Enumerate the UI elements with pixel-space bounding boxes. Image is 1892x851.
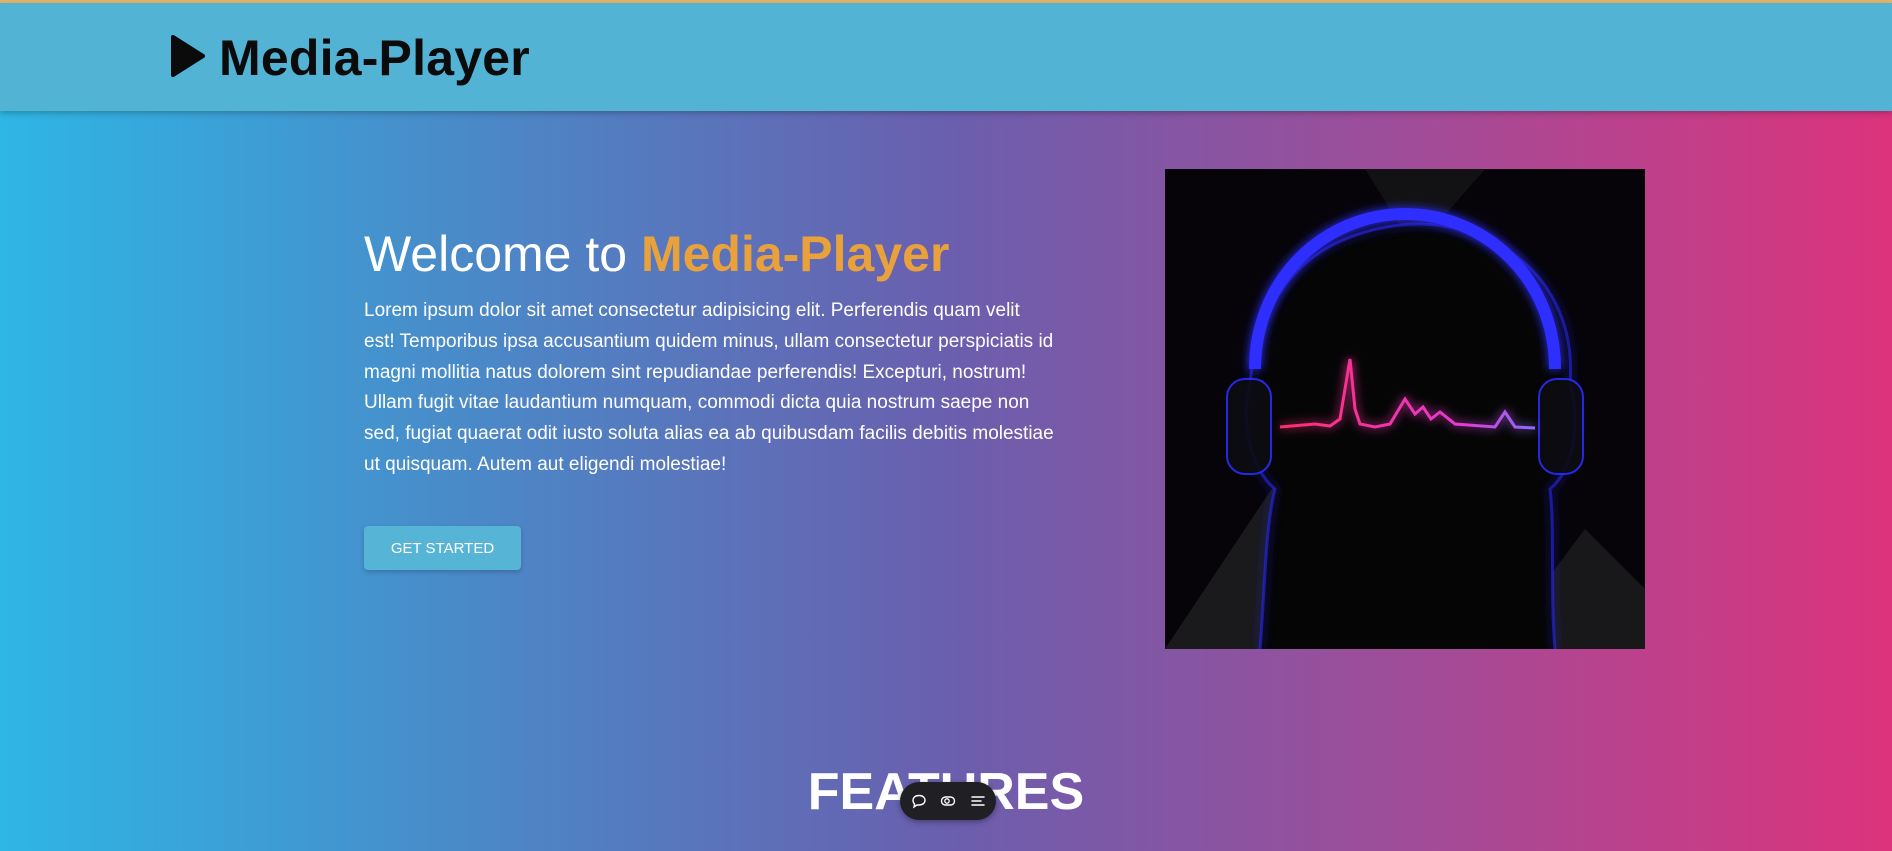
hero-title: Welcome to Media-Player (364, 222, 1054, 286)
brand-name: Media-Player (219, 30, 530, 86)
toggle-icon[interactable] (937, 790, 959, 812)
menu-list-icon[interactable] (967, 790, 989, 812)
hero-title-accent: Media-Player (640, 226, 950, 282)
chat-bubble-icon[interactable] (908, 790, 930, 812)
site-header: Media-Player (0, 3, 1892, 111)
get-started-button[interactable]: GET STARTED (364, 526, 521, 570)
floating-toolbar (900, 782, 996, 820)
hero-description: Lorem ipsum dolor sit amet consectetur a… (364, 300, 1054, 475)
brand-logo[interactable]: Media-Player (169, 29, 530, 87)
hero-title-prefix: Welcome to (364, 226, 641, 282)
headphones-waveform-illustration (1165, 169, 1645, 649)
play-icon (169, 33, 219, 84)
hero-text: Welcome to Media-Player Lorem ipsum dolo… (364, 222, 1054, 481)
hero-image (1165, 169, 1645, 649)
